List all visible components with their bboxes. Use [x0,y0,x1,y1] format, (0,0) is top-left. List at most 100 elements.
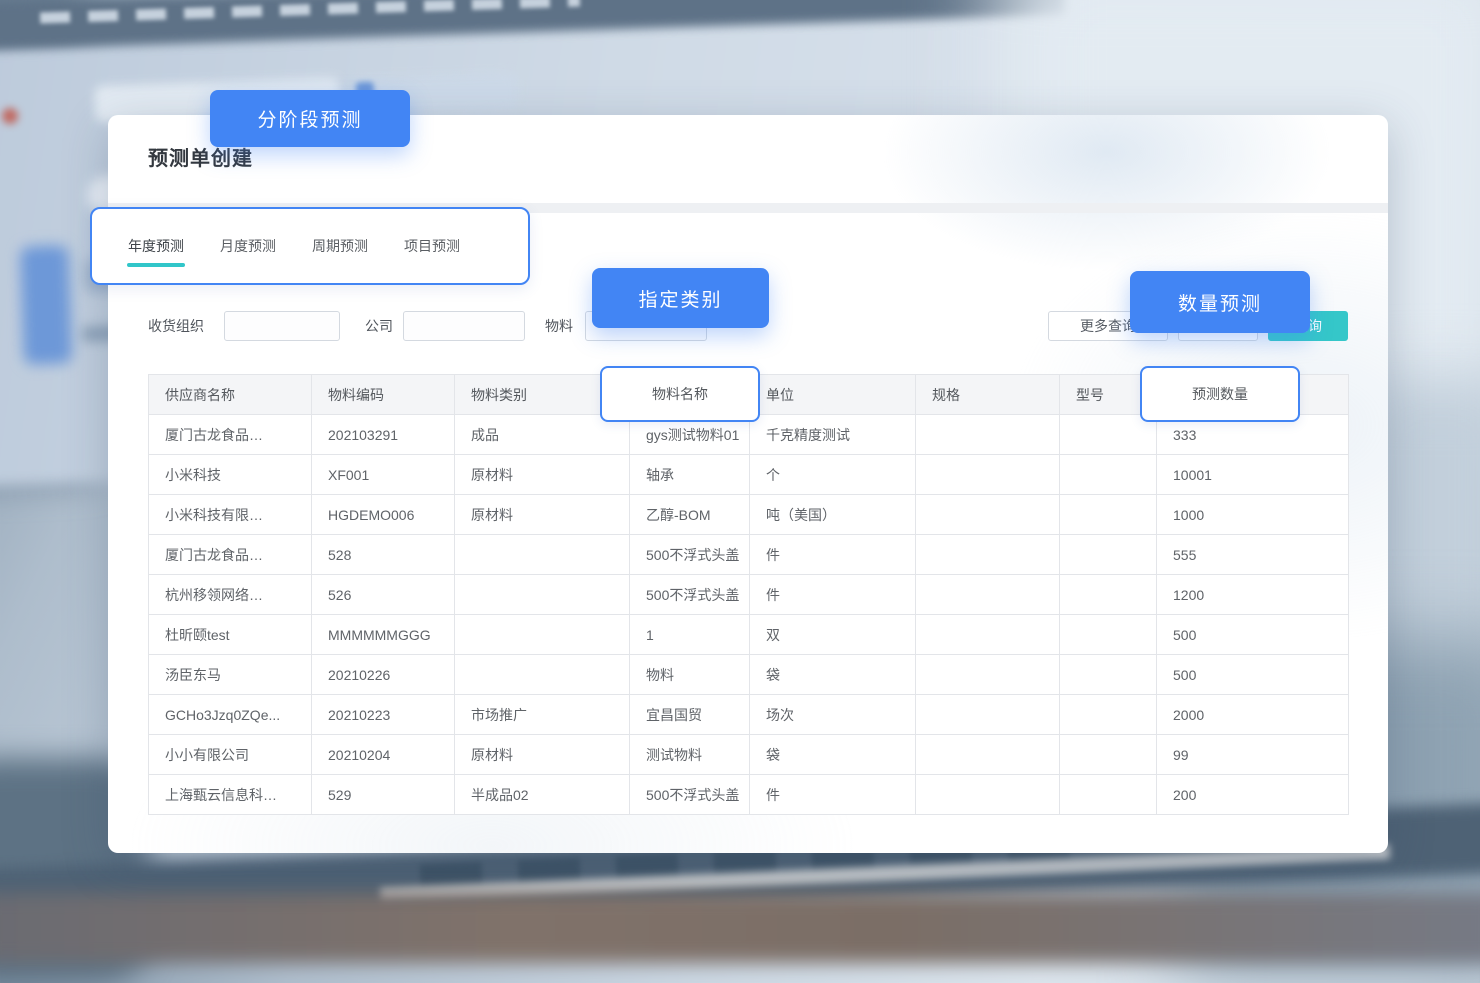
table-cell: XF001 [312,455,455,495]
header-supplier-name: 供应商名称 [149,375,312,415]
table-cell [916,575,1060,615]
table-cell [916,415,1060,455]
table-cell: 1 [630,615,750,655]
table-cell [1060,775,1157,815]
table-cell: 汤臣东马 [149,655,312,695]
table-cell: 轴承 [630,455,750,495]
table-cell [455,535,630,575]
table-row[interactable]: 小米科技有限…HGDEMO006原材料乙醇-BOM吨（美国） 1000 [149,495,1349,535]
table-cell: 厦门古龙食品… [149,535,312,575]
table-cell [916,495,1060,535]
table-cell: 双 [750,615,916,655]
table-cell: 场次 [750,695,916,735]
table-cell: 杭州移领网络… [149,575,312,615]
table-row[interactable]: 杭州移领网络…526500不浮式头盖件1200 [149,575,1349,615]
table-cell: 个 [750,455,916,495]
table-cell [1060,455,1157,495]
badge-quantity-forecast: 数量预测 [1130,271,1310,333]
table-cell: 件 [750,775,916,815]
forecast-tabs-box: 年度预测 月度预测 周期预测 项目预测 [90,207,530,285]
table-cell: GCHo3Jzq0ZQe... [149,695,312,735]
table-cell: 杜昕颐test [149,615,312,655]
table-cell: 99 [1157,735,1349,775]
table-cell: 2000 [1157,695,1349,735]
table-cell: 小米科技有限… [149,495,312,535]
receiving-org-input[interactable] [224,311,340,341]
table-cell: 原材料 [455,495,630,535]
background-red-dot [2,108,18,124]
table-cell: HGDEMO006 [312,495,455,535]
table-cell: 厦门古龙食品… [149,415,312,455]
tab-annual-forecast[interactable]: 年度预测 [128,236,184,256]
table-cell [1060,575,1157,615]
table-cell: 市场推广 [455,695,630,735]
table-cell: MMMMMMGGG [312,615,455,655]
badge-specify-category: 指定类别 [592,268,769,328]
table-cell: 500不浮式头盖 [630,535,750,575]
table-cell: 528 [312,535,455,575]
background-photo-shape [0,0,99,482]
tab-project-forecast[interactable]: 项目预测 [404,236,460,256]
table-cell: 件 [750,535,916,575]
table-cell [1060,655,1157,695]
table-cell [1060,535,1157,575]
table-cell [916,535,1060,575]
table-cell: 500不浮式头盖 [630,775,750,815]
table-cell [916,615,1060,655]
company-input[interactable] [403,311,525,341]
table-row[interactable]: 汤臣东马20210226物料袋500 [149,655,1349,695]
table-row[interactable]: 厦门古龙食品…528 500不浮式头盖件 555 [149,535,1349,575]
table-cell: 小米科技 [149,455,312,495]
table-cell [1060,415,1157,455]
table-cell: 200 [1157,775,1349,815]
forecast-qty-highlight-box: 预测数量 [1140,366,1300,422]
table-cell [916,735,1060,775]
table-cell: 500 [1157,655,1349,695]
table-row[interactable]: 小米科技XF001原材料轴承个 10001 [149,455,1349,495]
background-menu-text [40,0,580,23]
table-cell: 千克精度测试 [750,415,916,455]
table-row[interactable]: 上海甄云信息科…529半成品02500不浮式头盖件200 [149,775,1349,815]
table-cell: 上海甄云信息科… [149,775,312,815]
table-cell: 10001 [1157,455,1349,495]
header-material-code: 物料编码 [312,375,455,415]
background-sidebar-icon [20,245,72,365]
material-label: 物料 [545,311,573,341]
table-row[interactable]: GCHo3Jzq0ZQe...20210223市场推广宜昌国贸场次 2000 [149,695,1349,735]
table-cell [916,655,1060,695]
table-cell: 500不浮式头盖 [630,575,750,615]
table-cell [1060,735,1157,775]
table-cell: 202103291 [312,415,455,455]
table-cell: 半成品02 [455,775,630,815]
table-cell [916,695,1060,735]
table-cell [1060,615,1157,655]
table-cell: 500 [1157,615,1349,655]
table-cell: 物料 [630,655,750,695]
table-cell [455,575,630,615]
table-cell: 件 [750,575,916,615]
forecast-table: 供应商名称 物料编码 物料类别 单位 规格 型号 厦门古龙食品…20210329… [148,374,1349,815]
tab-monthly-forecast[interactable]: 月度预测 [220,236,276,256]
table-cell [916,775,1060,815]
table-cell [916,455,1060,495]
material-name-highlight-box: 物料名称 [600,366,760,422]
table-row[interactable]: 小小有限公司20210204原材料测试物料袋99 [149,735,1349,775]
table-row[interactable]: 杜昕颐testMMMMMMGGG 1双 500 [149,615,1349,655]
table-cell: 555 [1157,535,1349,575]
table-cell: 20210223 [312,695,455,735]
table-cell: 乙醇-BOM [630,495,750,535]
table-cell: 1000 [1157,495,1349,535]
header-spec: 规格 [916,375,1060,415]
table-cell: 测试物料 [630,735,750,775]
table-cell: 吨（美国） [750,495,916,535]
table-cell: 20210226 [312,655,455,695]
table-cell: 原材料 [455,455,630,495]
background-menubar [0,0,1065,49]
table-cell: 袋 [750,735,916,775]
header-unit: 单位 [750,375,916,415]
tab-period-forecast[interactable]: 周期预测 [312,236,368,256]
table-cell [455,655,630,695]
table-cell: 宜昌国贸 [630,695,750,735]
table-cell [1060,695,1157,735]
company-label: 公司 [365,311,393,341]
